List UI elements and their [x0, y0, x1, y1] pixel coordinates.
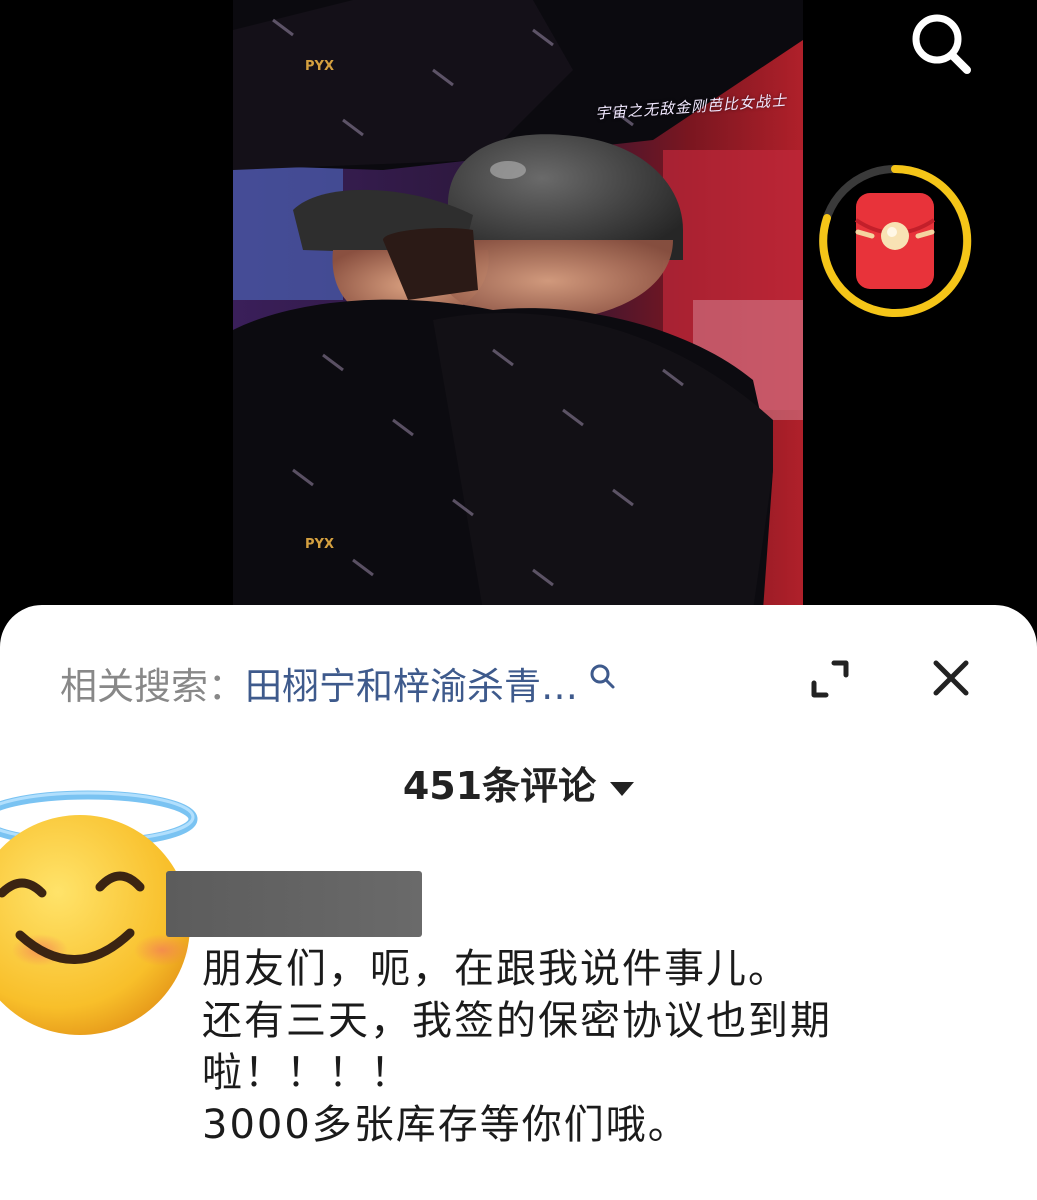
video-frame[interactable]: PYX PYX 宇宙之无敌金刚芭比女战士	[233, 0, 803, 610]
expand-icon	[811, 660, 849, 698]
comment-count-label: 451条评论	[402, 764, 597, 808]
comment-line: 3000多张库存等你们哦。	[202, 1102, 690, 1148]
close-icon	[933, 660, 969, 696]
chevron-down-icon	[610, 781, 635, 796]
comments-sheet: 相关搜索： 田栩宁和梓渝杀青… 451条评论 朋友们，呃，在跟我说件事儿。 还有…	[0, 605, 1037, 1200]
redacted-username[interactable]	[166, 871, 422, 937]
comment-line: 还有三天，我签的保密协议也到期	[202, 998, 832, 1044]
overlay-logo-bottom: PYX	[305, 537, 334, 552]
expand-button[interactable]	[806, 655, 854, 703]
comment-line: 朋友们，呃，在跟我说件事儿。	[202, 946, 790, 992]
video-player[interactable]: PYX PYX 宇宙之无敌金刚芭比女战士	[0, 0, 1037, 640]
related-search-label: 相关搜索：	[60, 665, 245, 708]
search-icon[interactable]	[588, 662, 616, 690]
comment-line: 啦！！！！	[202, 1050, 412, 1096]
overlay-logo-top: PYX	[305, 59, 334, 74]
comment-text: 朋友们，呃，在跟我说件事儿。 还有三天，我签的保密协议也到期 啦！！！！ 300…	[202, 943, 1002, 1151]
red-envelope-icon	[819, 164, 972, 317]
close-button[interactable]	[926, 653, 976, 703]
video-scene: PYX PYX	[233, 0, 803, 610]
search-icon	[912, 14, 971, 74]
related-search[interactable]: 相关搜索： 田栩宁和梓渝杀青…	[60, 655, 616, 711]
search-button[interactable]	[905, 8, 977, 80]
related-search-query[interactable]: 田栩宁和梓渝杀青…	[245, 656, 578, 710]
red-packet-button[interactable]	[812, 158, 978, 324]
